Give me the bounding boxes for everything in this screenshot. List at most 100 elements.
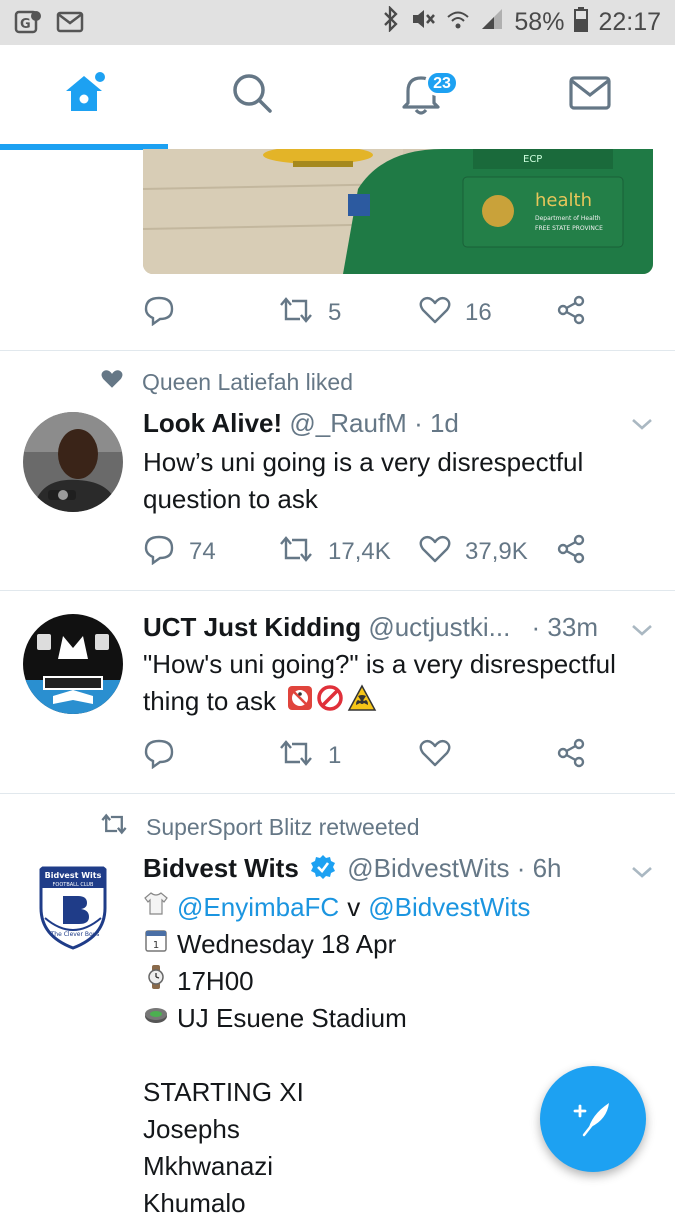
like-count: 16 bbox=[465, 299, 492, 326]
radioactive-emoji-icon bbox=[347, 684, 377, 722]
club-name-text: Bidvest Wits bbox=[45, 871, 102, 880]
club-subtitle-text: FOOTBALL CLUB bbox=[53, 882, 95, 888]
bluetooth-icon bbox=[382, 5, 400, 39]
verified-badge-icon bbox=[310, 854, 336, 887]
tweet-actions: 1 bbox=[143, 736, 613, 776]
reply-icon bbox=[143, 737, 175, 776]
like-button[interactable] bbox=[419, 736, 451, 776]
tweet-text: "How's uni going?" is a very disrespectf… bbox=[143, 649, 616, 716]
wifi-icon bbox=[446, 7, 470, 38]
author-handle[interactable]: @_RaufM bbox=[289, 408, 406, 438]
share-icon bbox=[555, 737, 587, 776]
tweet-menu-button[interactable] bbox=[630, 622, 654, 643]
reply-icon bbox=[143, 533, 175, 572]
player-name: Khumalo bbox=[143, 1188, 246, 1218]
svg-text:health: health bbox=[535, 190, 592, 211]
avatar[interactable] bbox=[23, 614, 123, 714]
reply-button[interactable] bbox=[143, 736, 175, 776]
retweet-icon bbox=[278, 295, 314, 332]
prohibited-emoji-icon bbox=[316, 684, 344, 722]
kickoff-time: 17H00 bbox=[177, 966, 254, 996]
tweet-divider bbox=[0, 793, 675, 794]
location-icon: G bbox=[14, 9, 42, 40]
share-icon bbox=[555, 294, 587, 333]
tweet-header: UCT Just Kidding @uctjustki... · 33m bbox=[143, 612, 598, 643]
retweet-count: 17,4K bbox=[328, 538, 391, 565]
tweet-timestamp: · 6h bbox=[516, 853, 562, 883]
like-button[interactable]: 16 bbox=[419, 293, 492, 333]
liked-heart-icon bbox=[100, 368, 124, 396]
heart-icon bbox=[419, 738, 451, 775]
tweet-body: @EnyimbaFC v @BidvestWits 1 Wednesday 18… bbox=[143, 889, 643, 1222]
versus-text: v bbox=[347, 892, 361, 922]
tab-notifications[interactable]: 23 bbox=[337, 45, 505, 145]
tweet-divider bbox=[0, 590, 675, 591]
avatar[interactable] bbox=[23, 412, 123, 512]
tweet-actions: 5 16 bbox=[143, 293, 613, 333]
svg-text:1: 1 bbox=[153, 940, 159, 951]
battery-percent: 58% bbox=[514, 8, 565, 36]
tweet-divider bbox=[0, 350, 675, 351]
author-handle[interactable]: @BidvestWits bbox=[347, 853, 509, 883]
tweet-media-image[interactable]: ECP health Department of Health FREE STA… bbox=[143, 149, 653, 274]
author-name[interactable]: Look Alive! bbox=[143, 408, 282, 438]
like-button[interactable]: 37,9K bbox=[419, 532, 528, 572]
retweet-button[interactable]: 17,4K bbox=[278, 532, 391, 572]
compose-tweet-button[interactable] bbox=[540, 1066, 646, 1172]
tab-messages[interactable] bbox=[506, 45, 674, 145]
svg-text:Department of Health: Department of Health bbox=[535, 215, 601, 222]
reply-count: 74 bbox=[189, 538, 216, 565]
mail-notification-icon bbox=[56, 10, 84, 39]
stadium-emoji-icon bbox=[143, 1000, 169, 1037]
retweet-icon bbox=[278, 534, 314, 571]
tweet-menu-button[interactable] bbox=[630, 864, 654, 885]
no-pedestrians-emoji-icon bbox=[287, 684, 313, 722]
tab-home[interactable] bbox=[0, 45, 168, 145]
retweet-button[interactable]: 1 bbox=[278, 736, 341, 776]
mention-link[interactable]: @EnyimbaFC bbox=[177, 889, 339, 926]
share-button[interactable] bbox=[555, 736, 587, 776]
social-context-label: SuperSport Blitz retweeted bbox=[146, 813, 420, 840]
tweet-menu-button[interactable] bbox=[630, 416, 654, 437]
envelope-icon bbox=[568, 74, 612, 117]
author-handle[interactable]: @uctjustki... bbox=[368, 612, 510, 642]
tweet-text: How’s uni going is a very disrespectful … bbox=[143, 447, 584, 514]
home-icon bbox=[60, 71, 108, 120]
retweet-icon bbox=[278, 738, 314, 775]
match-date: Wednesday 18 Apr bbox=[177, 929, 397, 959]
reply-icon bbox=[143, 294, 175, 333]
reply-button[interactable]: 74 bbox=[143, 532, 216, 572]
svg-text:G: G bbox=[20, 17, 31, 32]
social-context-label: Queen Latiefah liked bbox=[142, 368, 353, 395]
tweet-timestamp: · 33m bbox=[531, 612, 599, 642]
chevron-down-icon bbox=[630, 625, 654, 642]
mention-link[interactable]: @BidvestWits bbox=[368, 889, 530, 926]
shirt-emoji-icon bbox=[143, 889, 169, 926]
retweet-count: 5 bbox=[328, 299, 342, 326]
social-context[interactable]: Queen Latiefah liked bbox=[100, 368, 353, 396]
tweet-header: Look Alive! @_RaufM · 1d bbox=[143, 408, 459, 439]
social-context[interactable]: SuperSport Blitz retweeted bbox=[100, 812, 420, 842]
avatar[interactable]: Bidvest Wits FOOTBALL CLUB The Clever Bo… bbox=[23, 856, 123, 956]
share-button[interactable] bbox=[555, 293, 587, 333]
tweet-body: "How's uni going?" is a very disrespectf… bbox=[143, 646, 643, 722]
chevron-down-icon bbox=[630, 419, 654, 436]
venue-name: UJ Esuene Stadium bbox=[177, 1003, 407, 1033]
svg-text:FREE STATE PROVINCE: FREE STATE PROVINCE bbox=[535, 225, 603, 232]
signal-icon bbox=[480, 7, 504, 38]
retweet-button[interactable]: 5 bbox=[278, 293, 341, 333]
share-button[interactable] bbox=[555, 532, 587, 572]
retweet-count: 1 bbox=[328, 742, 342, 769]
author-name[interactable]: Bidvest Wits bbox=[143, 853, 299, 883]
battery-icon bbox=[574, 6, 589, 39]
reply-button[interactable] bbox=[143, 293, 175, 333]
tweet-timestamp: · 1d bbox=[414, 408, 459, 438]
club-ribbon-text: The Clever Boys bbox=[50, 931, 100, 938]
mute-icon bbox=[410, 6, 436, 39]
share-icon bbox=[555, 533, 587, 572]
tab-search[interactable] bbox=[168, 45, 336, 145]
tweet-header: Bidvest Wits @BidvestWits · 6h bbox=[143, 853, 562, 887]
author-name[interactable]: UCT Just Kidding bbox=[143, 612, 361, 642]
chevron-down-icon bbox=[630, 867, 654, 884]
